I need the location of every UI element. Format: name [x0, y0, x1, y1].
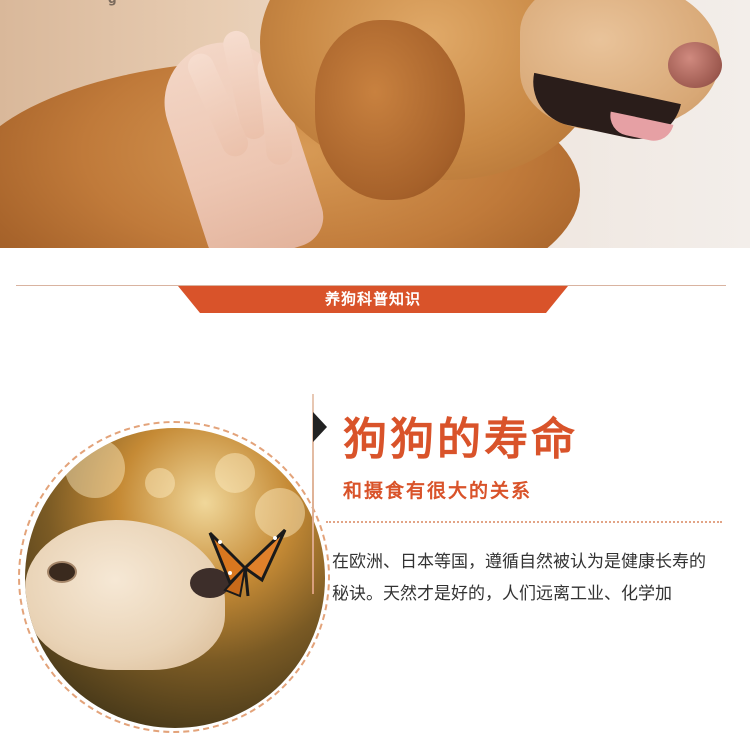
hero-photo: g	[0, 0, 750, 248]
dog-eye	[47, 561, 77, 583]
article-body: 在欧洲、日本等国，遵循自然被认为是健康长寿的 秘诀。天然才是好的，人们远离工业、…	[332, 546, 732, 610]
dog-butterfly-photo	[25, 428, 325, 728]
article-title: 狗狗的寿命	[343, 414, 578, 465]
bokeh-light	[215, 453, 255, 493]
dog-nose	[668, 42, 722, 88]
article-subtitle: 和摄食有很大的关系	[343, 480, 533, 502]
dotted-divider	[326, 521, 722, 523]
bokeh-light	[65, 438, 125, 498]
article-body-line: 秘诀。天然才是好的，人们远离工业、化学加	[332, 584, 672, 604]
arrow-marker-icon	[313, 412, 327, 442]
dog-face	[25, 520, 225, 670]
butterfly-icon	[208, 528, 287, 598]
bokeh-light	[145, 468, 175, 498]
brand-logo: g	[108, 0, 208, 6]
article-body-line: 在欧洲、日本等国，遵循自然被认为是健康长寿的	[332, 552, 706, 572]
section-banner: 养狗科普知识	[178, 286, 568, 313]
section-banner-label: 养狗科普知识	[324, 290, 421, 308]
